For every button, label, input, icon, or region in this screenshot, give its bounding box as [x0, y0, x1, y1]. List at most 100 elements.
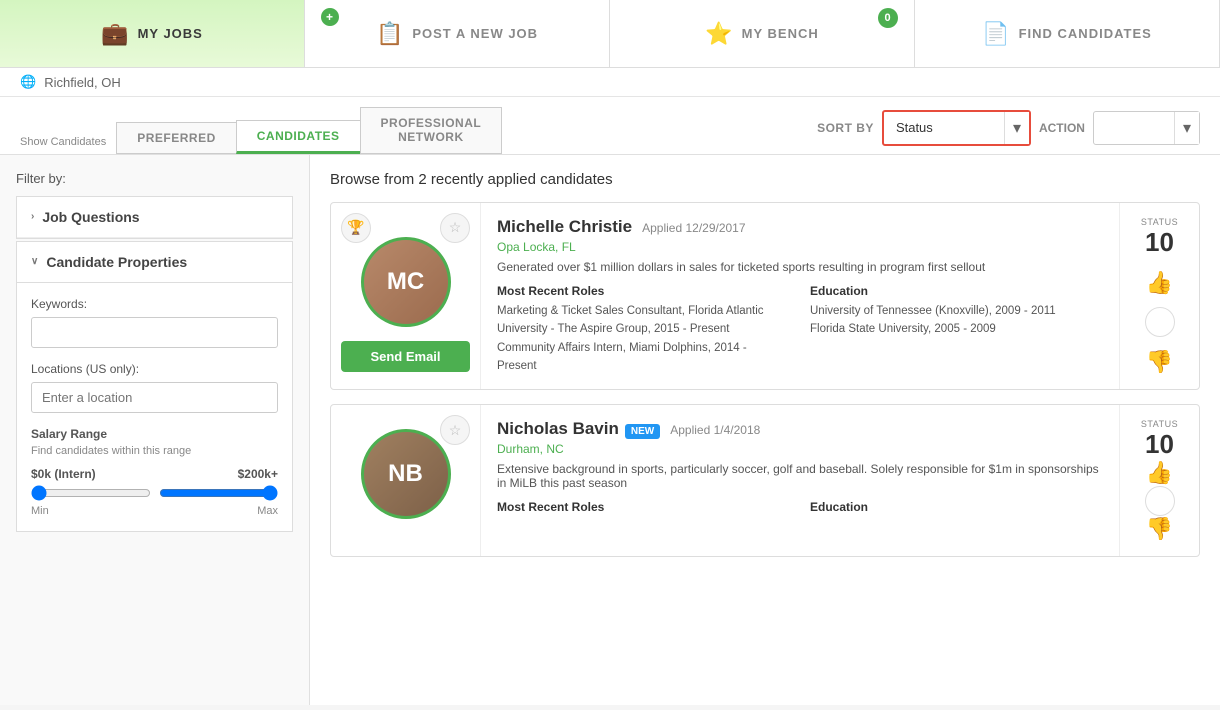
education-text-michelle: University of Tennessee (Knoxville), 200… — [810, 302, 1103, 339]
locations-label: Locations (US only): — [31, 362, 278, 376]
candidate-properties-section: ∨ Candidate Properties Keywords: Locatio… — [16, 241, 293, 532]
sort-chevron-icon: ▾ — [1004, 112, 1029, 144]
keywords-label: Keywords: — [31, 297, 278, 311]
candidate-properties-header[interactable]: ∨ Candidate Properties — [17, 242, 292, 283]
sidebar: Filter by: › Job Questions ∨ Candidate P… — [0, 155, 310, 705]
details-nicholas: Most Recent Roles Education — [497, 500, 1103, 518]
sort-section: SORT BY Status Name Date Applied Locatio… — [817, 110, 1200, 146]
card-body-nicholas: Nicholas Bavin NEW Applied 1/4/2018 Durh… — [481, 405, 1119, 556]
status-label-michelle: STATUS — [1141, 217, 1178, 227]
candidate-name-nicholas: Nicholas Bavin — [497, 419, 619, 439]
neutral-michelle[interactable] — [1145, 307, 1175, 337]
main-content: Filter by: › Job Questions ∨ Candidate P… — [0, 155, 1220, 705]
roles-col-nicholas: Most Recent Roles — [497, 500, 790, 518]
nav-post-job[interactable]: + 📋 POST A NEW JOB — [305, 0, 610, 67]
salary-min-slider[interactable] — [31, 485, 151, 501]
candidate-properties-label: Candidate Properties — [46, 254, 187, 270]
salary-range-sub: Find candidates within this range — [31, 445, 278, 457]
table-row: ☆ NB Nicholas Bavin NEW Applied 1/4/2018… — [330, 404, 1200, 557]
action-select-wrapper: Contact Archive Favorite ▾ — [1093, 111, 1200, 145]
status-nicholas: STATUS 10 — [1141, 419, 1178, 460]
browse-title: Browse from 2 recently applied candidate… — [330, 171, 1200, 188]
post-job-badge: + — [321, 8, 339, 26]
education-col-nicholas: Education — [810, 500, 1103, 518]
table-row: 🏆 ☆ MC Send Email Michelle Christie Appl… — [330, 202, 1200, 391]
tab-candidates[interactable]: CANDIDATES — [236, 120, 361, 154]
location-bar: 🌐 Richfield, OH — [0, 68, 1220, 97]
star-nav-icon: ⭐ — [705, 21, 733, 47]
card-body-michelle: Michelle Christie Applied 12/29/2017 Opa… — [481, 203, 1119, 390]
globe-icon: 🌐 — [20, 74, 36, 90]
show-candidates-label: Show Candidates — [20, 136, 106, 148]
nav-my-jobs[interactable]: 💼 MY JOBS — [0, 0, 305, 67]
details-michelle: Most Recent Roles Marketing & Ticket Sal… — [497, 284, 1103, 376]
card-left-michelle: 🏆 ☆ MC Send Email — [331, 203, 481, 390]
sort-by-label: SORT BY — [817, 121, 874, 135]
action-label: ACTION — [1039, 121, 1085, 135]
nav-find-candidates[interactable]: 📄 FIND CANDIDATES — [915, 0, 1220, 67]
clipboard-icon: 📋 — [376, 21, 404, 47]
education-title-michelle: Education — [810, 284, 1103, 298]
tabs-row: Show Candidates PREFERRED CANDIDATES PRO… — [0, 97, 1220, 155]
slider-min-label: Min — [31, 505, 49, 517]
roles-col-michelle: Most Recent Roles Marketing & Ticket Sal… — [497, 284, 790, 376]
top-nav: 💼 MY JOBS + 📋 POST A NEW JOB ⭐ MY BENCH … — [0, 0, 1220, 68]
new-badge-nicholas: NEW — [625, 424, 660, 439]
roles-title-nicholas: Most Recent Roles — [497, 500, 790, 514]
sort-select-wrapper: Status Name Date Applied Location ▾ — [882, 110, 1031, 146]
action-select[interactable]: Contact Archive Favorite — [1094, 114, 1174, 141]
summary-nicholas: Extensive background in sports, particul… — [497, 462, 1103, 490]
tab-professional-network[interactable]: PROFESSIONAL NETWORK — [360, 107, 503, 154]
job-questions-header[interactable]: › Job Questions — [17, 197, 292, 238]
card-right-michelle: STATUS 10 👍 👎 — [1119, 203, 1199, 390]
job-questions-label: Job Questions — [42, 209, 139, 225]
education-title-nicholas: Education — [810, 500, 1103, 514]
action-chevron-icon: ▾ — [1174, 112, 1199, 144]
slider-max-label: Max — [257, 505, 278, 517]
salary-max-value: $200k+ — [238, 467, 278, 481]
summary-michelle: Generated over $1 million dollars in sal… — [497, 260, 1103, 274]
location-input[interactable] — [31, 382, 278, 413]
briefcase-icon: 💼 — [101, 21, 129, 47]
status-number-nicholas: 10 — [1141, 429, 1178, 460]
nav-post-job-label: POST A NEW JOB — [412, 26, 538, 41]
sort-select[interactable]: Status Name Date Applied Location — [884, 114, 1004, 141]
thumbs-down-michelle[interactable]: 👎 — [1146, 349, 1173, 375]
star-button-michelle[interactable]: ☆ — [440, 213, 470, 243]
education-col-michelle: Education University of Tennessee (Knoxv… — [810, 284, 1103, 376]
nav-my-bench[interactable]: ⭐ MY BENCH 0 — [610, 0, 915, 67]
filter-by-label: Filter by: — [16, 171, 293, 186]
chevron-right-icon: › — [31, 211, 34, 222]
candidate-name-michelle: Michelle Christie — [497, 217, 632, 237]
salary-max-slider[interactable] — [159, 485, 279, 501]
avatar-michelle: MC — [361, 237, 451, 327]
neutral-nicholas[interactable] — [1145, 486, 1175, 516]
job-questions-section: › Job Questions — [16, 196, 293, 239]
nav-find-candidates-label: FIND CANDIDATES — [1019, 26, 1152, 41]
tab-preferred[interactable]: PREFERRED — [116, 122, 237, 154]
roles-title-michelle: Most Recent Roles — [497, 284, 790, 298]
candidate-properties-body: Keywords: Locations (US only): Salary Ra… — [17, 283, 292, 531]
send-email-button-michelle[interactable]: Send Email — [341, 341, 470, 372]
status-number-michelle: 10 — [1141, 227, 1178, 258]
trophy-icon: 🏆 — [341, 213, 371, 243]
thumbs-up-michelle[interactable]: 👍 — [1146, 270, 1173, 296]
roles-text-michelle: Marketing & Ticket Sales Consultant, Flo… — [497, 302, 790, 376]
nav-my-jobs-label: MY JOBS — [138, 26, 203, 41]
location-text: Richfield, OH — [44, 75, 121, 90]
avatar-nicholas: NB — [361, 429, 451, 519]
keywords-input[interactable] — [31, 317, 278, 348]
card-left-nicholas: ☆ NB — [331, 405, 481, 556]
card-right-nicholas: STATUS 10 👍 👎 — [1119, 405, 1199, 556]
document-icon: 📄 — [982, 21, 1010, 47]
candidates-list: Browse from 2 recently applied candidate… — [310, 155, 1220, 705]
thumbs-down-nicholas[interactable]: 👎 — [1146, 516, 1173, 542]
nav-my-bench-label: MY BENCH — [742, 26, 819, 41]
applied-date-nicholas: Applied 1/4/2018 — [670, 423, 760, 437]
status-michelle: STATUS 10 — [1141, 217, 1178, 258]
star-button-nicholas[interactable]: ☆ — [440, 415, 470, 445]
chevron-down-icon: ∨ — [31, 256, 38, 267]
my-bench-badge: 0 — [878, 8, 898, 28]
thumbs-up-nicholas[interactable]: 👍 — [1146, 460, 1173, 486]
salary-min-value: $0k (Intern) — [31, 467, 96, 481]
